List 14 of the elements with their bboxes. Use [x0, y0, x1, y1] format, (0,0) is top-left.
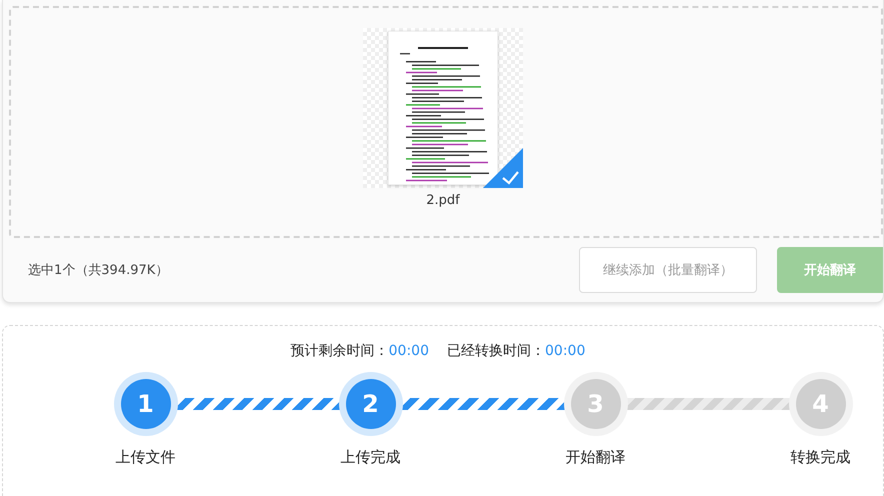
selection-summary: 选中1个（共394.97K）: [28, 262, 170, 279]
timer-value: 00:00: [545, 343, 586, 359]
timer-value: 00:00: [388, 343, 429, 359]
step-label: 开始翻译: [566, 448, 626, 467]
timer-label: 预计剩余时间：: [290, 342, 389, 360]
add-more-button[interactable]: 继续添加（批量翻译）: [579, 247, 757, 293]
step-label: 转换完成: [790, 448, 850, 467]
step-label: 上传文件: [116, 448, 176, 467]
file-name: 2.pdf: [426, 193, 460, 208]
timer-label: 已经转换时间：: [447, 342, 545, 360]
step-label: 上传完成: [340, 448, 400, 467]
step-number: 2: [346, 379, 396, 429]
step-number: 1: [120, 379, 170, 429]
document-thumbnail-drawing[interactable]: [388, 31, 498, 185]
